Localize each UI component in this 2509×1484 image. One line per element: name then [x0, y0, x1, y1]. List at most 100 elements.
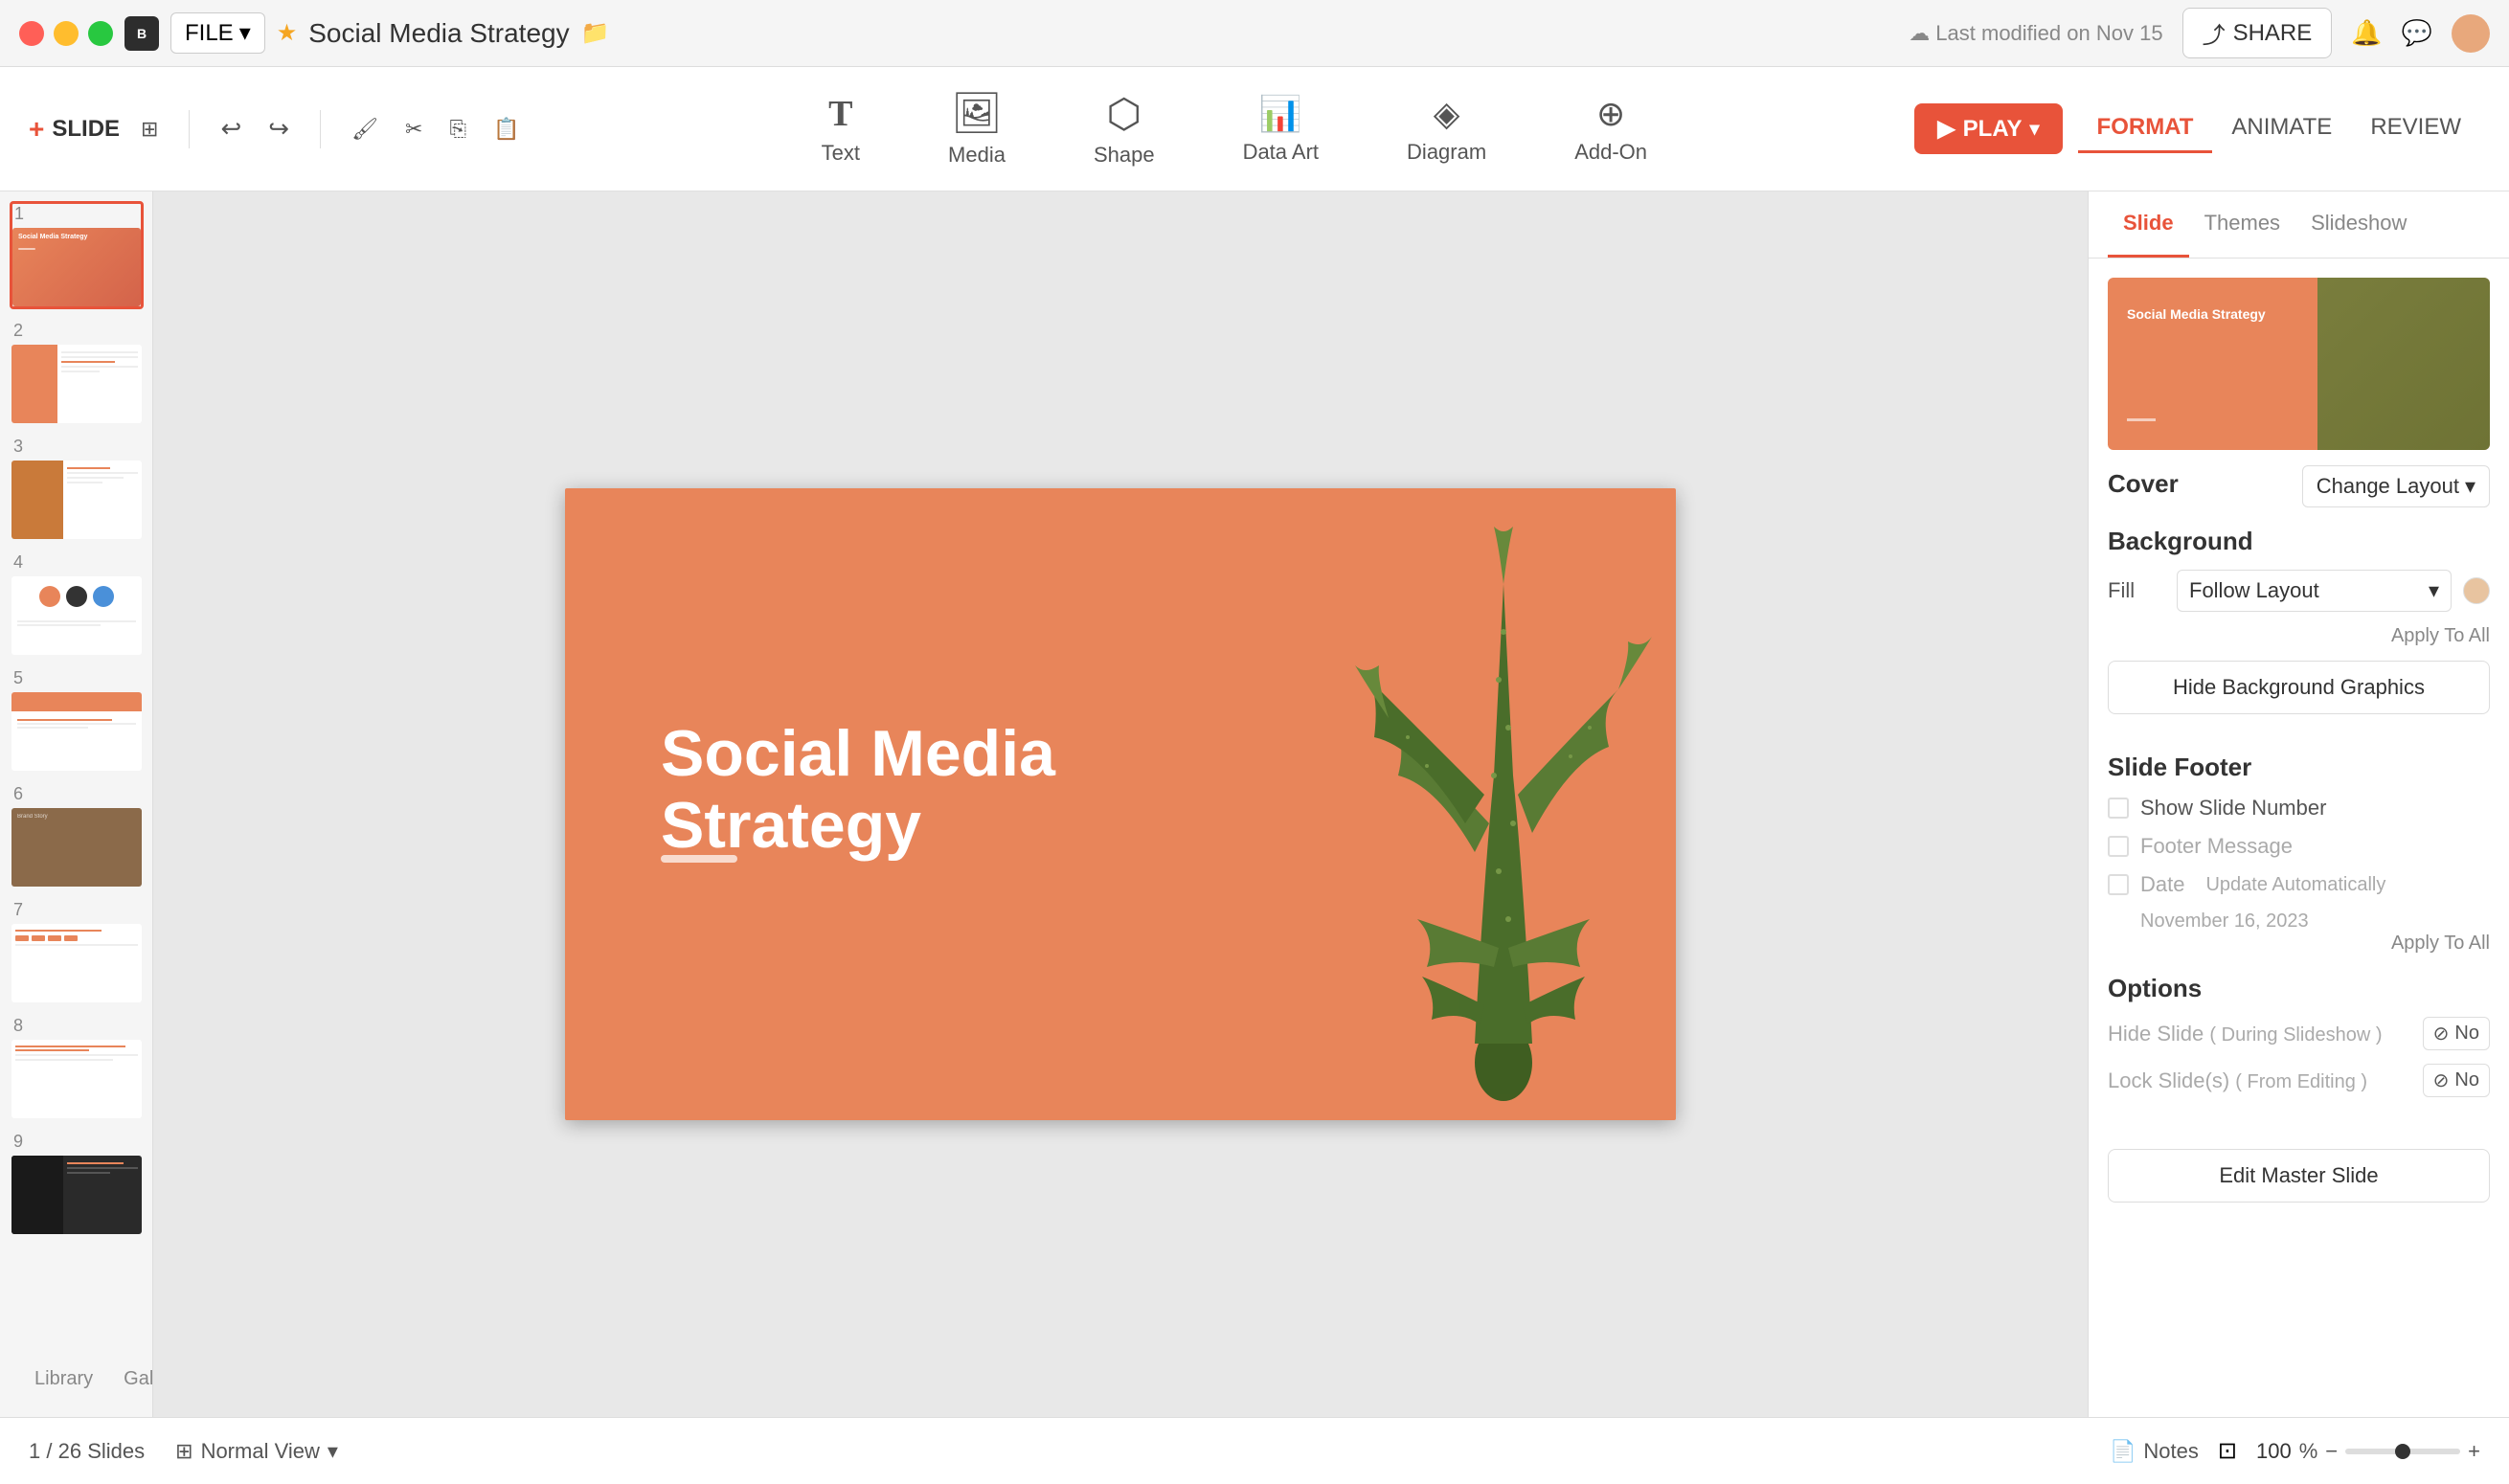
notifications-icon[interactable]: 🔔: [2351, 18, 2382, 48]
media-tool-icon: 🖼: [951, 90, 1002, 137]
main-area: 1 Social Media Strategy 2 3: [0, 191, 2509, 1417]
right-panel: Slide Themes Slideshow Social Media Stra…: [2088, 191, 2509, 1417]
tab-review[interactable]: REVIEW: [2351, 104, 2480, 153]
gallery-button[interactable]: Gallery: [108, 1360, 153, 1398]
separator2: [320, 110, 321, 148]
panel-tabs: Slide Themes Slideshow: [2089, 191, 2509, 259]
tool-shape[interactable]: ⬡ Shape: [1078, 82, 1170, 175]
addon-tool-label: Add-On: [1574, 140, 1647, 165]
folder-icon[interactable]: 📁: [581, 19, 610, 47]
add-slide-button[interactable]: + SLIDE: [29, 114, 120, 145]
user-avatar[interactable]: [2452, 14, 2490, 53]
slide-thumb-9[interactable]: 9: [10, 1130, 144, 1236]
layout-icon[interactable]: ⊞: [135, 111, 164, 147]
slide-thumb-6[interactable]: 6 Brand Story: [10, 782, 144, 888]
tab-slideshow[interactable]: Slideshow: [2295, 191, 2422, 258]
play-button[interactable]: ▶ PLAY ▾: [1914, 103, 2062, 154]
tool-addon[interactable]: ⊕ Add-On: [1559, 86, 1662, 172]
toolbar-tools: T Text 🖼 Media ⬡ Shape 📊 Data Art ◈ Diag…: [554, 82, 1914, 175]
tool-text[interactable]: T Text: [806, 85, 875, 173]
date-value: November 16, 2023: [2140, 911, 2490, 933]
tab-slide[interactable]: Slide: [2108, 191, 2189, 258]
lock-slides-toggle[interactable]: ⊘ No: [2423, 1064, 2490, 1097]
format-tabs: FORMAT ANIMATE REVIEW: [2078, 104, 2480, 153]
close-button[interactable]: [19, 21, 44, 46]
slide-thumb-1[interactable]: 1 Social Media Strategy: [10, 201, 144, 309]
diagram-tool-icon: ◈: [1434, 94, 1460, 134]
fill-label: Fill: [2108, 578, 2165, 603]
color-picker[interactable]: [2463, 577, 2490, 604]
options-section-title: Options: [2108, 974, 2490, 1003]
zoom-value: 100: [2256, 1439, 2292, 1464]
hide-slide-label: Hide Slide ( During Slideshow ): [2108, 1022, 2382, 1046]
traffic-lights: [19, 21, 113, 46]
date-checkbox[interactable]: [2108, 874, 2129, 895]
hide-background-graphics-button[interactable]: Hide Background Graphics: [2108, 661, 2490, 714]
dataart-tool-label: Data Art: [1243, 140, 1319, 165]
apply-all-footer[interactable]: Apply To All: [2108, 933, 2490, 955]
footer-message-checkbox[interactable]: [2108, 836, 2129, 857]
slide-number-9: 9: [11, 1132, 142, 1152]
library-gallery: Library Gallery: [10, 1360, 143, 1407]
notes-button[interactable]: 📄 Notes: [2110, 1439, 2199, 1464]
tool-dataart[interactable]: 📊 Data Art: [1228, 86, 1334, 172]
zoom-in-icon[interactable]: +: [2468, 1439, 2480, 1464]
zoom-out-icon[interactable]: −: [2325, 1439, 2338, 1464]
zoom-symbol: %: [2299, 1439, 2318, 1464]
show-slide-number-row: Show Slide Number: [2108, 796, 2490, 821]
slide-panel: 1 Social Media Strategy 2 3: [0, 191, 153, 1417]
canvas-area: Social Media Strategy: [153, 191, 2088, 1417]
maximize-button[interactable]: [88, 21, 113, 46]
footer-message-label: Footer Message: [2140, 834, 2293, 859]
slide-number-2: 2: [11, 321, 142, 341]
cut-icon[interactable]: ✂: [399, 111, 428, 147]
tab-themes[interactable]: Themes: [2189, 191, 2295, 258]
bottom-bar: 1 / 26 Slides ⊞ Normal View ▾ 📄 Notes ⊡ …: [0, 1417, 2509, 1484]
document-title: Social Media Strategy: [308, 18, 569, 49]
show-slide-number-checkbox[interactable]: [2108, 798, 2129, 819]
redo-button[interactable]: ↪: [262, 108, 295, 149]
tab-animate[interactable]: ANIMATE: [2212, 104, 2351, 153]
slide-thumb-7[interactable]: 7: [10, 898, 144, 1004]
separator: [189, 110, 190, 148]
title-bar: B FILE ▾ ★ Social Media Strategy 📁 ☁ Las…: [0, 0, 2509, 67]
tool-diagram[interactable]: ◈ Diagram: [1391, 86, 1502, 172]
zoom-slider[interactable]: [2345, 1449, 2460, 1454]
tab-format[interactable]: FORMAT: [2078, 104, 2213, 153]
normal-view-button[interactable]: ⊞ Normal View ▾: [164, 1433, 350, 1470]
dataart-tool-icon: 📊: [1259, 94, 1302, 134]
present-icon[interactable]: ⊡: [2218, 1437, 2237, 1465]
tool-media[interactable]: 🖼 Media: [933, 82, 1021, 175]
panel-slide-preview: Social Media Strategy: [2108, 278, 2490, 450]
slide-main-title: Social Media Strategy: [661, 718, 1235, 862]
toolbar: + SLIDE ⊞ ↩ ↪ 🖌 ✂ ⎘ 📋 T Text 🖼 Media ⬡ S…: [0, 67, 2509, 191]
edit-master-slide-button[interactable]: Edit Master Slide: [2108, 1149, 2490, 1203]
apply-all-bg[interactable]: Apply To All: [2108, 625, 2490, 647]
file-menu-button[interactable]: FILE ▾: [170, 12, 265, 54]
undo-button[interactable]: ↩: [215, 108, 247, 149]
change-layout-button[interactable]: Change Layout ▾: [2302, 465, 2490, 507]
chat-icon[interactable]: 💬: [2402, 18, 2432, 48]
slide-accent-bar: [661, 855, 737, 863]
copy-icon[interactable]: ⎘: [443, 111, 472, 147]
hide-slide-toggle[interactable]: ⊘ No: [2423, 1017, 2490, 1050]
share-button[interactable]: ⤴ SHARE: [2182, 8, 2333, 58]
footer-message-row: Footer Message: [2108, 834, 2490, 859]
main-slide-canvas[interactable]: Social Media Strategy: [565, 488, 1676, 1120]
fill-select[interactable]: Follow Layout ▾: [2177, 570, 2452, 612]
slide-thumb-2[interactable]: 2: [10, 319, 144, 425]
format-painter-icon[interactable]: 🖌: [346, 111, 384, 147]
minimize-button[interactable]: [54, 21, 79, 46]
slide-thumb-8[interactable]: 8: [10, 1014, 144, 1120]
slide-thumb-3[interactable]: 3: [10, 435, 144, 541]
slide-thumb-5[interactable]: 5: [10, 666, 144, 773]
update-auto-label: Update Automatically: [2205, 874, 2385, 896]
slide-thumb-4[interactable]: 4: [10, 551, 144, 657]
cover-row: Cover Change Layout ▾: [2108, 465, 2490, 507]
library-button[interactable]: Library: [19, 1360, 108, 1398]
plant-background: [1216, 488, 1676, 1120]
text-tool-label: Text: [822, 141, 860, 166]
paste-icon[interactable]: 📋: [487, 111, 525, 147]
diagram-tool-label: Diagram: [1407, 140, 1486, 165]
favorite-icon[interactable]: ★: [277, 19, 298, 47]
